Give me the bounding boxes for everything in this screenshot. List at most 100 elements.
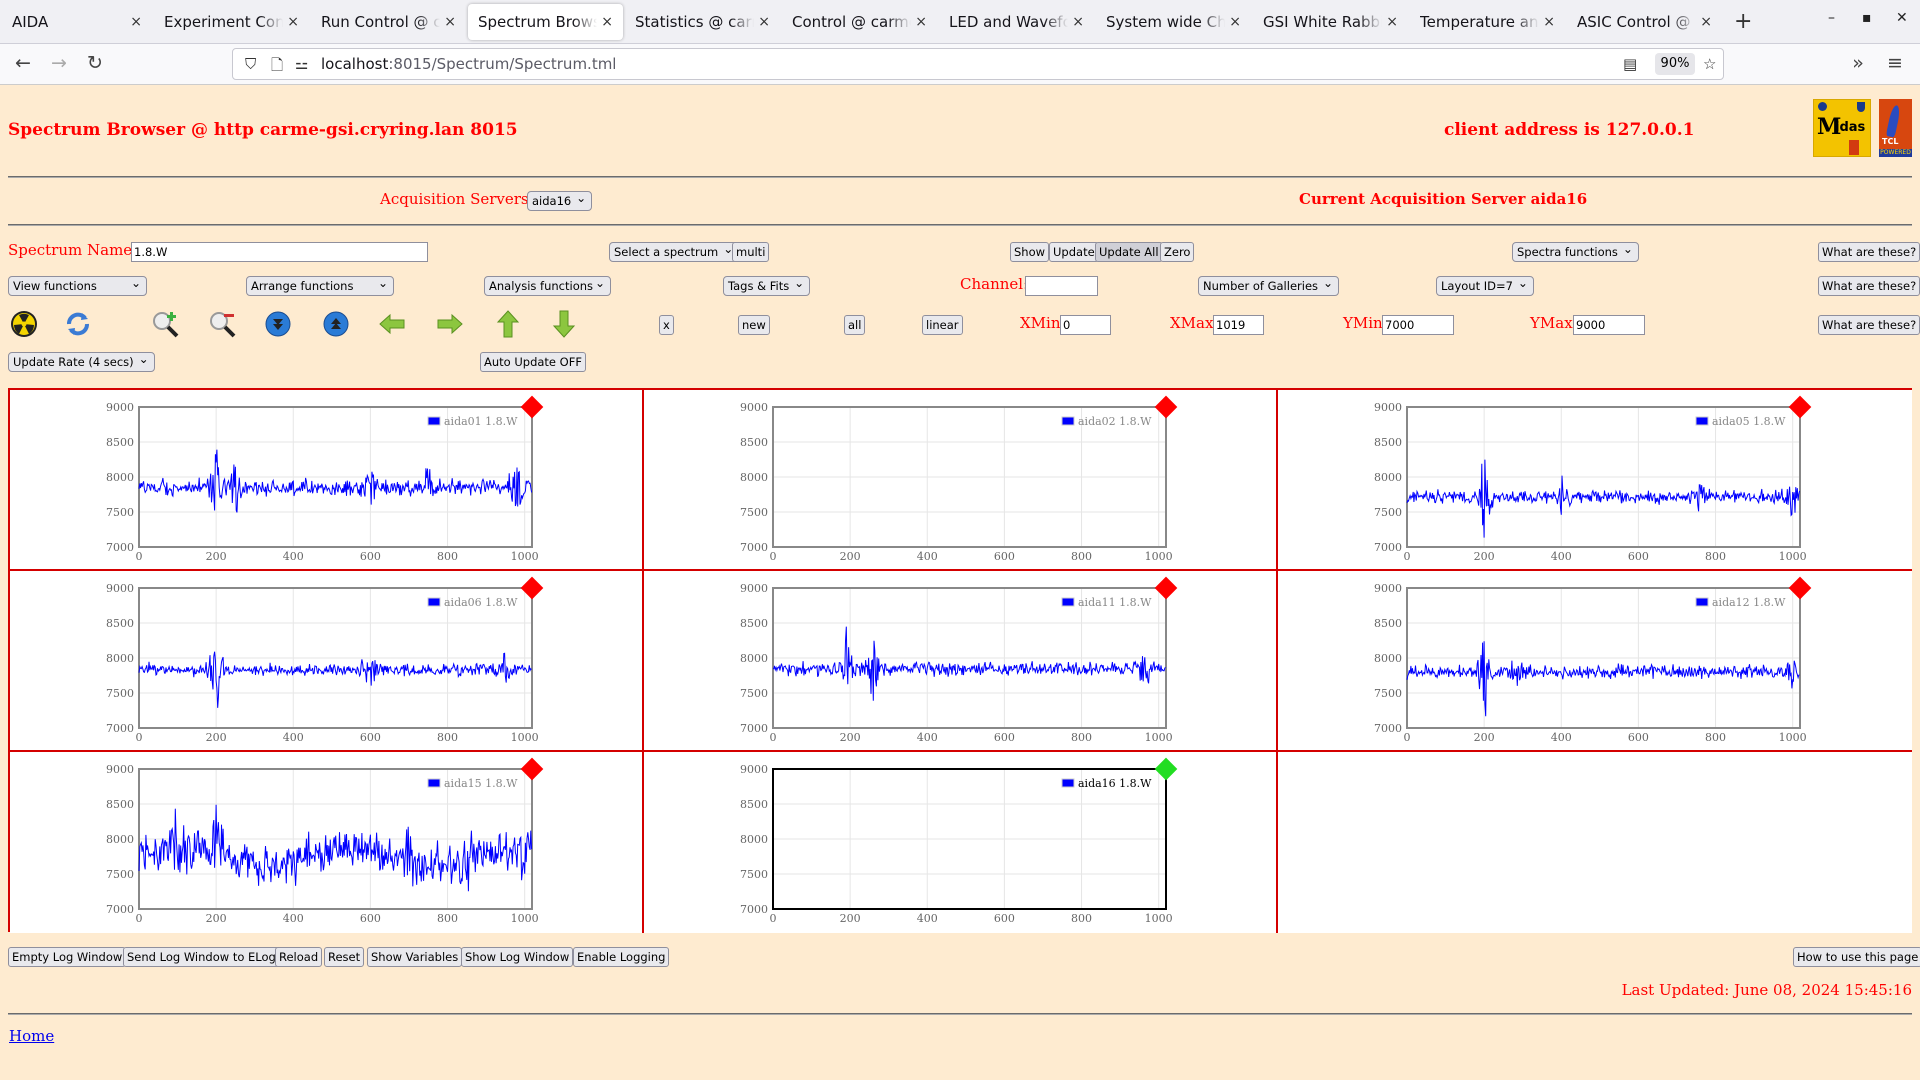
browser-tab[interactable]: Run Control @ carme×	[311, 4, 466, 40]
tab-close-icon[interactable]: ×	[1700, 14, 1712, 30]
browser-tab[interactable]: System wide Check×	[1096, 4, 1251, 40]
spectrum-chart[interactable]: 0 200 400 600 800 1000 7000 7500 8000 8500 9000 aid…	[10, 390, 644, 571]
tags-fits-dropdown[interactable]: Tags & Fits	[723, 274, 811, 296]
overflow-menu-icon[interactable]: »	[1845, 52, 1871, 74]
gallery-cell[interactable]: 0 200 400 600 800 1000 7000 7500 8000 8500 9000 aid…	[1278, 571, 1912, 752]
linear-button[interactable]: linear	[922, 315, 963, 335]
shield-icon[interactable]: ⛉	[245, 55, 256, 73]
browser-tab[interactable]: AIDA ×	[2, 4, 152, 40]
browser-tab[interactable]: Control @ carme-gsi×	[782, 4, 937, 40]
tab-close-icon[interactable]: ×	[915, 14, 927, 30]
update-rate-dropdown[interactable]: Update Rate (4 secs)	[8, 350, 155, 372]
what-are-these-button-3[interactable]: What are these?	[1818, 315, 1920, 335]
spectrum-chart[interactable]: 0 200 400 600 800 1000 7000 7500 8000 8500 9000 aid…	[10, 752, 644, 933]
arrow-up-icon[interactable]	[493, 309, 523, 339]
what-are-these-button-1[interactable]: What are these?	[1818, 242, 1920, 262]
spectrum-chart[interactable]: 0 200 400 600 800 1000 7000 7500 8000 8500 9000 aid…	[644, 571, 1278, 752]
browser-tab[interactable]: Experiment Control×	[154, 4, 309, 40]
gallery-cell[interactable]: 0 200 400 600 800 1000 7000 7500 8000 8500 9000 aid…	[10, 752, 644, 933]
all-button[interactable]: all	[844, 315, 866, 335]
analysis-functions-dropdown[interactable]: Analysis functions	[484, 274, 611, 296]
refresh-icon[interactable]	[63, 309, 93, 339]
browser-tab[interactable]: ASIC Control @ carme×	[1567, 4, 1722, 40]
x-button[interactable]: x	[659, 315, 674, 335]
radiation-icon[interactable]	[9, 309, 39, 339]
footer-button-show-variables[interactable]: Show Variables	[367, 947, 463, 967]
footer-button-reload[interactable]: Reload	[275, 947, 323, 967]
arrow-down-icon[interactable]	[549, 309, 579, 339]
acquisition-server-select[interactable]: aida16	[527, 189, 593, 211]
close-window-button[interactable]: ✕	[1896, 10, 1908, 26]
show-button[interactable]: Show	[1010, 242, 1050, 262]
tab-close-icon[interactable]: ×	[130, 14, 142, 30]
gallery-cell[interactable]: 0 200 400 600 800 1000 7000 7500 8000 8500 9000 aid…	[1278, 390, 1912, 571]
tab-close-icon[interactable]: ×	[444, 14, 456, 30]
maximize-button[interactable]: ▪	[1862, 10, 1872, 26]
xmax-input[interactable]	[1213, 315, 1264, 335]
footer-button-send-log-window-to-elog[interactable]: Send Log Window to ELog	[123, 947, 280, 967]
spectrum-name-input[interactable]	[131, 242, 428, 262]
reload-icon[interactable]: ↻	[82, 52, 108, 74]
spectrum-chart[interactable]: 0 200 400 600 800 1000 7000 7500 8000 8500 9000 aid…	[1278, 571, 1912, 752]
zoom-out-icon[interactable]	[207, 309, 237, 339]
multi-button[interactable]: multi	[732, 242, 770, 262]
tab-close-icon[interactable]: ×	[601, 14, 613, 30]
view-functions-dropdown[interactable]: View functions	[8, 274, 147, 296]
tab-close-icon[interactable]: ×	[1543, 14, 1555, 30]
tab-close-icon[interactable]: ×	[758, 14, 770, 30]
forward-icon[interactable]: →	[46, 52, 72, 74]
channel-input[interactable]	[1025, 276, 1098, 296]
tab-close-icon[interactable]: ×	[1386, 14, 1398, 30]
tab-close-icon[interactable]: ×	[1229, 14, 1241, 30]
url-text[interactable]: localhost:8015/Spectrum/Spectrum.tml	[321, 55, 616, 73]
gallery-cell[interactable]: 0 200 400 600 800 1000 7000 7500 8000 8500 9000 aid…	[644, 571, 1278, 752]
gallery-cell[interactable]: 0 200 400 600 800 1000 7000 7500 8000 8500 9000 aid…	[10, 390, 644, 571]
minimize-button[interactable]: –	[1828, 10, 1835, 26]
gallery-cell[interactable]: 0 200 400 600 800 1000 7000 7500 8000 8500 9000 aid…	[10, 571, 644, 752]
arrow-right-icon[interactable]	[435, 309, 465, 339]
gallery-cell[interactable]	[1278, 752, 1912, 933]
update-all-button[interactable]: Update All	[1095, 242, 1163, 262]
layout-id-dropdown[interactable]: Layout ID=7	[1436, 274, 1534, 296]
arrange-functions-dropdown[interactable]: Arrange functions	[246, 274, 394, 296]
number-of-galleries-dropdown[interactable]: Number of Galleries	[1198, 274, 1340, 296]
footer-button-empty-log-window[interactable]: Empty Log Window	[8, 947, 127, 967]
new-button[interactable]: new	[738, 315, 770, 335]
browser-tab[interactable]: Statistics @ carme×	[625, 4, 780, 40]
xmin-input[interactable]	[1060, 315, 1111, 335]
select-spectrum-dropdown[interactable]: Select a spectrum	[609, 240, 740, 262]
back-icon[interactable]: ←	[10, 52, 36, 74]
footer-button-reset[interactable]: Reset	[324, 947, 365, 967]
scroll-down-icon[interactable]	[263, 309, 293, 339]
gallery-cell[interactable]: 0 200 400 600 800 1000 7000 7500 8000 8500 9000 aid…	[644, 752, 1278, 933]
update-button[interactable]: Update	[1049, 242, 1099, 262]
new-tab-button[interactable]: +	[1734, 9, 1752, 34]
browser-tab[interactable]: Spectrum Browser×	[468, 3, 623, 40]
bookmark-star-icon[interactable]: ☆	[1703, 55, 1716, 73]
browser-tab[interactable]: LED and Waveform×	[939, 4, 1094, 40]
scroll-up-icon[interactable]	[321, 309, 351, 339]
tab-close-icon[interactable]: ×	[1072, 14, 1084, 30]
spectra-functions-dropdown[interactable]: Spectra functions	[1512, 240, 1639, 262]
zoom-in-icon[interactable]	[150, 309, 180, 339]
footer-button-show-log-window[interactable]: Show Log Window	[461, 947, 574, 967]
spectrum-chart[interactable]: 0 200 400 600 800 1000 7000 7500 8000 8500 9000 aid…	[10, 571, 644, 752]
home-link[interactable]: Home	[9, 1027, 54, 1045]
footer-button-enable-logging[interactable]: Enable Logging	[573, 947, 670, 967]
zoom-level[interactable]: 90%	[1655, 53, 1695, 75]
ymax-input[interactable]	[1573, 315, 1645, 335]
tab-close-icon[interactable]: ×	[287, 14, 299, 30]
what-are-these-button-2[interactable]: What are these?	[1818, 276, 1920, 296]
ymin-input[interactable]	[1382, 315, 1454, 335]
gallery-cell[interactable]: 0 200 400 600 800 1000 7000 7500 8000 8500 9000 aid…	[644, 390, 1278, 571]
reader-view-icon[interactable]: ▤	[1623, 55, 1637, 73]
browser-tab[interactable]: GSI White Rabbit T×	[1253, 4, 1408, 40]
spectrum-chart[interactable]: 0 200 400 600 800 1000 7000 7500 8000 8500 9000 aid…	[1278, 390, 1912, 571]
spectrum-chart[interactable]: 0 200 400 600 800 1000 7000 7500 8000 8500 9000 aid…	[644, 752, 1278, 933]
zero-button[interactable]: Zero	[1160, 242, 1195, 262]
browser-tab[interactable]: Temperature and st×	[1410, 4, 1565, 40]
auto-update-button[interactable]: Auto Update OFF	[480, 352, 586, 372]
url-bar[interactable]: ⛉ 🗋 ⚍ localhost:8015/Spectrum/Spectrum.t…	[232, 48, 1724, 80]
how-to-use-button[interactable]: How to use this page	[1793, 947, 1920, 967]
permissions-icon[interactable]: ⚍	[295, 55, 308, 73]
